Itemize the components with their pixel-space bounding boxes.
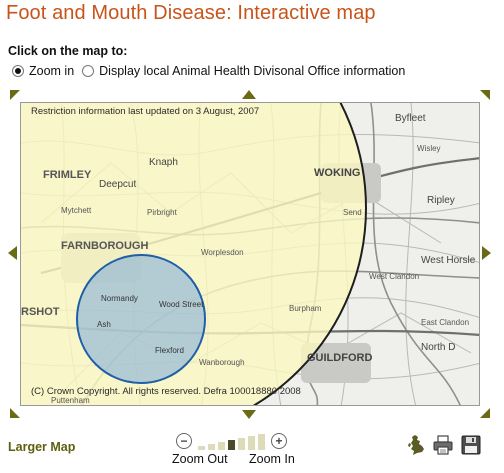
- pan-west-arrow[interactable]: [8, 246, 17, 260]
- label-ash: Ash: [97, 320, 111, 329]
- save-icon[interactable]: [460, 434, 482, 456]
- label-mytchett: Mytchett: [61, 206, 92, 215]
- interactive-map[interactable]: Restriction information last updated on …: [20, 102, 480, 406]
- zoom-level-5[interactable]: [238, 438, 245, 450]
- label-byfleet: Byfleet: [395, 113, 426, 124]
- label-deepcut: Deepcut: [99, 179, 136, 190]
- label-send: Send: [343, 208, 362, 217]
- label-north-downs: North D: [421, 342, 455, 353]
- label-west-horsley: West Horsle: [421, 255, 476, 266]
- pan-northeast-arrow[interactable]: [480, 90, 490, 100]
- zoom-level-6[interactable]: [248, 436, 255, 450]
- office-info-mode-label: Display local Animal Health Divisonal Of…: [99, 64, 406, 78]
- label-wood-street: Wood Street: [159, 300, 204, 309]
- zoom-out-label[interactable]: Zoom Out: [172, 452, 228, 466]
- office-info-radio[interactable]: [82, 65, 95, 77]
- label-flexford: Flexford: [155, 346, 184, 355]
- label-east-clandon: East Clandon: [421, 318, 469, 327]
- restriction-update-notice: Restriction information last updated on …: [31, 106, 259, 117]
- zoom-level-1[interactable]: [198, 446, 205, 450]
- pan-northwest-arrow[interactable]: [10, 90, 20, 100]
- page-title: Foot and Mouth Disease: Interactive map: [6, 2, 376, 24]
- label-farnborough: FARNBOROUGH: [61, 240, 148, 252]
- label-puttenham: Puttenham: [51, 396, 90, 405]
- label-worplesdon: Worplesdon: [201, 248, 244, 257]
- uk-map-icon[interactable]: [406, 434, 428, 456]
- larger-map-link[interactable]: Larger Map: [8, 440, 75, 454]
- surveillance-zone[interactable]: [76, 254, 206, 384]
- zoom-in-radio[interactable]: [12, 65, 24, 77]
- zoom-level-7[interactable]: [258, 434, 265, 450]
- label-guildford: GUILDFORD: [307, 352, 372, 364]
- pan-southeast-arrow[interactable]: [480, 408, 490, 418]
- zoom-in-icon[interactable]: +: [271, 433, 287, 449]
- zoom-slider[interactable]: − +: [176, 430, 287, 450]
- zoom-level-3[interactable]: [218, 442, 225, 450]
- click-mode-options: Zoom in Display local Animal Health Divi…: [12, 64, 405, 78]
- zoom-level-4[interactable]: [228, 440, 235, 450]
- label-woking: WOKING: [314, 167, 360, 179]
- label-ripley: Ripley: [427, 195, 455, 206]
- label-wanborough: Wanborough: [199, 358, 245, 367]
- label-west-clandon: West Clandon: [369, 272, 419, 281]
- label-rshot: RSHOT: [21, 306, 60, 318]
- label-burpham: Burpham: [289, 304, 322, 313]
- label-frimley: FRIMLEY: [43, 169, 92, 181]
- label-normandy: Normandy: [101, 294, 138, 303]
- label-pirbright: Pirbright: [147, 208, 178, 217]
- pan-south-arrow[interactable]: [242, 410, 256, 419]
- instructions-heading: Click on the map to:: [8, 44, 128, 58]
- pan-southwest-arrow[interactable]: [10, 408, 20, 418]
- label-knaphill: Knaph: [149, 157, 178, 168]
- office-info-mode-option[interactable]: Display local Animal Health Divisonal Of…: [82, 64, 405, 78]
- zoom-in-mode-option[interactable]: Zoom in: [12, 64, 74, 78]
- pan-east-arrow[interactable]: [482, 246, 491, 260]
- zoom-level-2[interactable]: [208, 444, 215, 450]
- label-wisley: Wisley: [417, 144, 441, 153]
- zoom-out-icon[interactable]: −: [176, 433, 192, 449]
- print-icon[interactable]: [432, 434, 454, 456]
- pan-north-arrow[interactable]: [242, 90, 256, 99]
- zoom-in-mode-label: Zoom in: [29, 64, 75, 78]
- map-copyright: (C) Crown Copyright. All rights reserved…: [31, 386, 301, 397]
- zoom-in-label[interactable]: Zoom In: [249, 452, 295, 466]
